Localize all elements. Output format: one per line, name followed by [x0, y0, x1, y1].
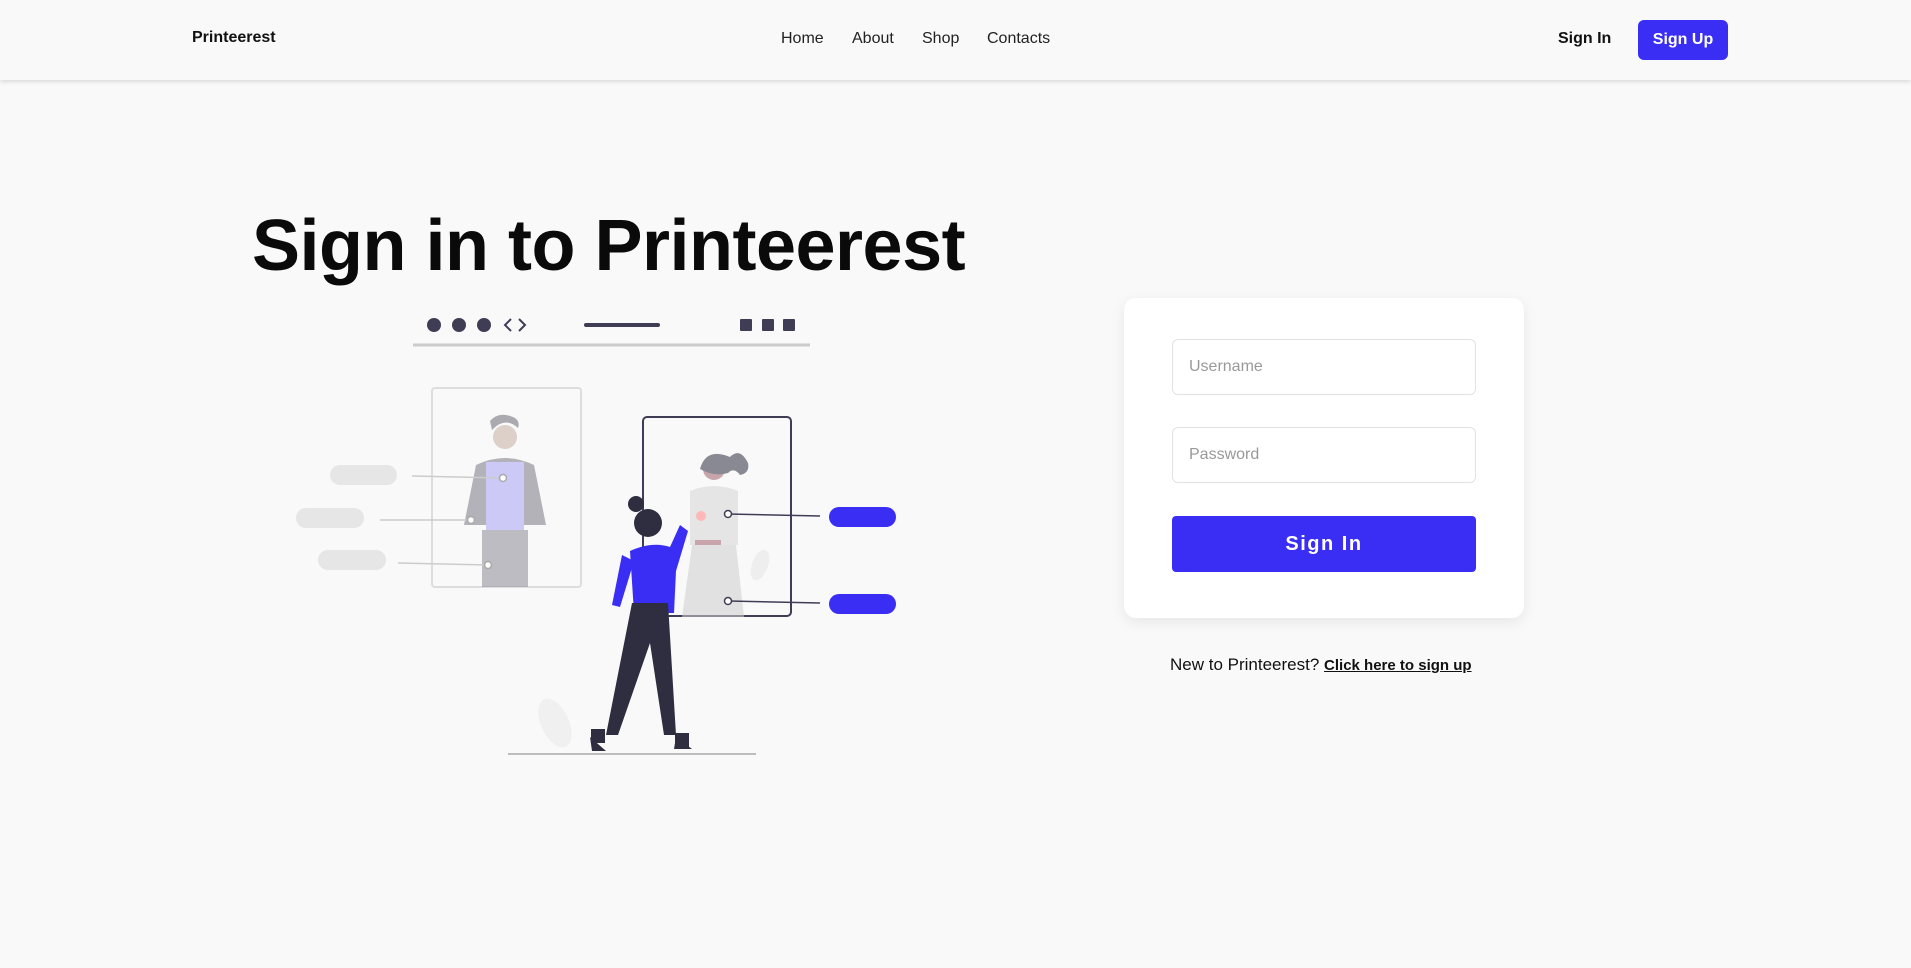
- nav-link-contacts[interactable]: Contacts: [987, 30, 1050, 48]
- username-input[interactable]: [1172, 339, 1476, 395]
- code-brackets-icon: [503, 318, 527, 332]
- signup-prompt: New to Printeerest? Click here to sign u…: [1170, 655, 1472, 675]
- nav-link-about[interactable]: About: [852, 30, 894, 48]
- placeholder-bubbles-left: [296, 465, 397, 570]
- signup-prompt-text: New to Printeerest?: [1170, 655, 1320, 674]
- brand-logo[interactable]: Printeerest: [192, 29, 276, 47]
- placeholder-bubbles-right: [829, 507, 896, 614]
- nav-link-shop[interactable]: Shop: [922, 30, 959, 48]
- password-input[interactable]: [1172, 427, 1476, 483]
- sign-in-card: Sign In: [1124, 298, 1524, 618]
- navbar: Printeerest Home About Shop Contacts Sig…: [0, 0, 1911, 80]
- nav-sign-up-button[interactable]: Sign Up: [1638, 20, 1728, 60]
- sign-in-illustration: [296, 318, 896, 755]
- sign-in-button[interactable]: Sign In: [1172, 516, 1476, 572]
- signup-link[interactable]: Click here to sign up: [1324, 657, 1472, 674]
- nav-link-home[interactable]: Home: [781, 30, 824, 48]
- window-squares-icon: [740, 319, 795, 331]
- nav-sign-in-link[interactable]: Sign In: [1558, 30, 1611, 48]
- browser-dots-icon: [427, 318, 491, 332]
- page-title: Sign in to Printeerest: [252, 206, 966, 286]
